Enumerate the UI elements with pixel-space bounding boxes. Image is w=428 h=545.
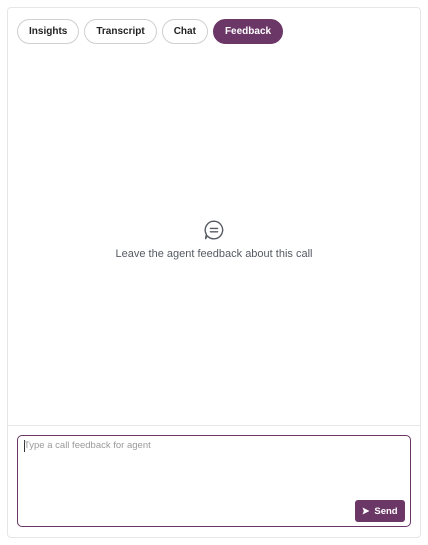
- chat-bubble-icon: [203, 219, 225, 241]
- tab-feedback[interactable]: Feedback: [212, 19, 284, 44]
- composer-divider: [8, 425, 420, 426]
- empty-state: Leave the agent feedback about this call: [8, 219, 420, 260]
- feedback-panel: Insights Transcript Chat Feedback Leave …: [7, 7, 421, 538]
- tab-chat[interactable]: Chat: [161, 19, 208, 44]
- tab-transcript[interactable]: Transcript: [84, 19, 157, 44]
- tab-bar: Insights Transcript Chat Feedback: [17, 19, 284, 44]
- feedback-input[interactable]: [24, 440, 396, 494]
- send-button[interactable]: Send: [355, 500, 405, 522]
- empty-state-text: Leave the agent feedback about this call: [115, 248, 313, 260]
- feedback-composer: Send: [17, 435, 411, 527]
- tab-insights[interactable]: Insights: [17, 19, 80, 44]
- send-label: Send: [374, 505, 398, 517]
- send-icon: [362, 507, 370, 515]
